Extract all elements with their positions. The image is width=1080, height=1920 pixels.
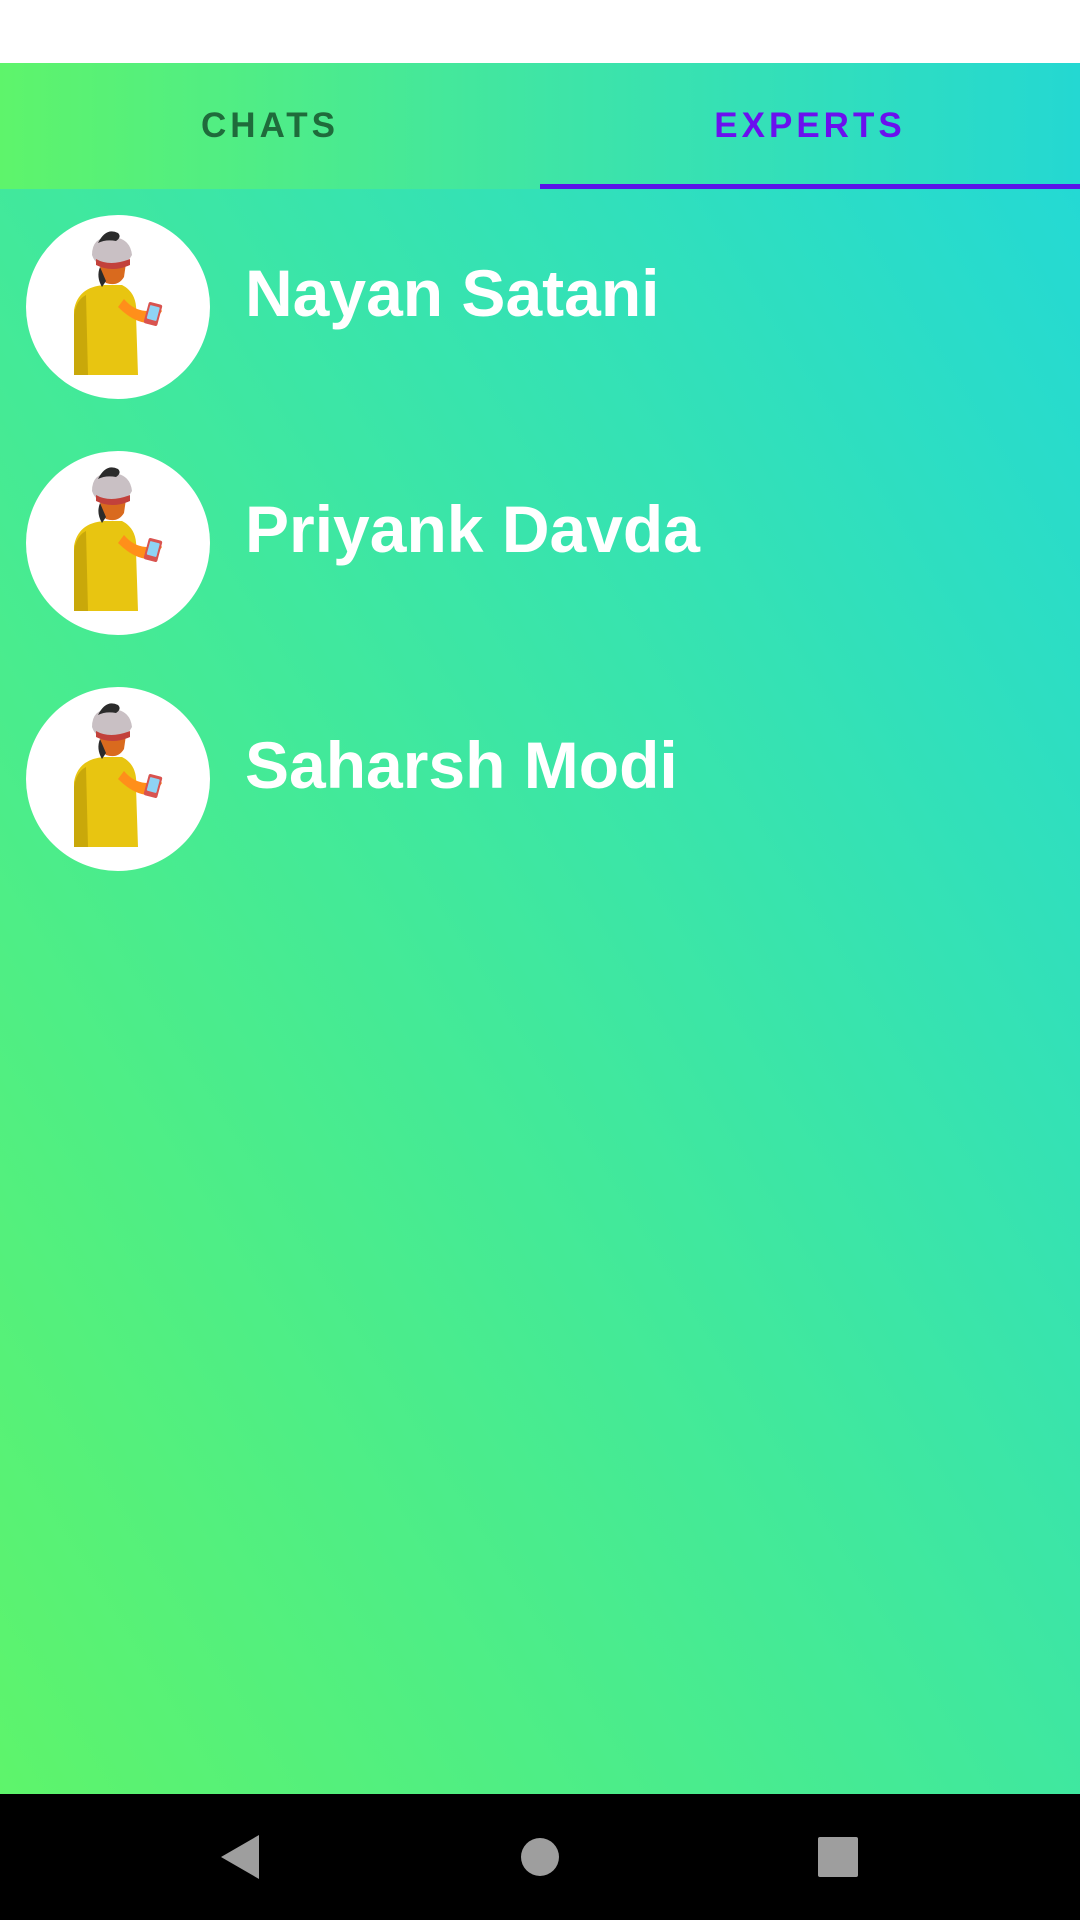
- back-button[interactable]: [180, 1794, 300, 1920]
- expert-name: Nayan Satani: [245, 256, 660, 330]
- home-button[interactable]: [480, 1794, 600, 1920]
- experts-list: Nayan Satani Priyank Davda Saharsh Modi: [0, 189, 1080, 897]
- recents-button[interactable]: [778, 1794, 898, 1920]
- expert-list-item[interactable]: Nayan Satani: [0, 189, 1080, 425]
- tab-bar: CHATS EXPERTS: [0, 63, 1080, 189]
- system-navigation-bar: [0, 1794, 1080, 1920]
- tab-experts-label: EXPERTS: [714, 106, 906, 145]
- man-with-phone-avatar: [26, 215, 210, 399]
- expert-list-item[interactable]: Priyank Davda: [0, 425, 1080, 661]
- expert-list-item[interactable]: Saharsh Modi: [0, 661, 1080, 897]
- expert-name: Saharsh Modi: [245, 728, 678, 802]
- tab-experts[interactable]: EXPERTS: [540, 63, 1080, 189]
- expert-name: Priyank Davda: [245, 492, 700, 566]
- man-with-phone-avatar: [26, 451, 210, 635]
- man-with-phone-icon: [74, 703, 163, 847]
- man-with-phone-icon: [74, 231, 163, 375]
- man-with-phone-avatar: [26, 687, 210, 871]
- back-icon: [221, 1835, 259, 1879]
- app-content: CHATS EXPERTS Nayan Satani Priyank Davda…: [0, 63, 1080, 1794]
- tab-chats[interactable]: CHATS: [0, 63, 540, 189]
- recents-icon: [818, 1837, 858, 1877]
- status-bar: [0, 0, 1080, 63]
- man-with-phone-icon: [74, 467, 163, 611]
- tab-chats-label: CHATS: [201, 106, 339, 145]
- home-icon: [521, 1838, 559, 1876]
